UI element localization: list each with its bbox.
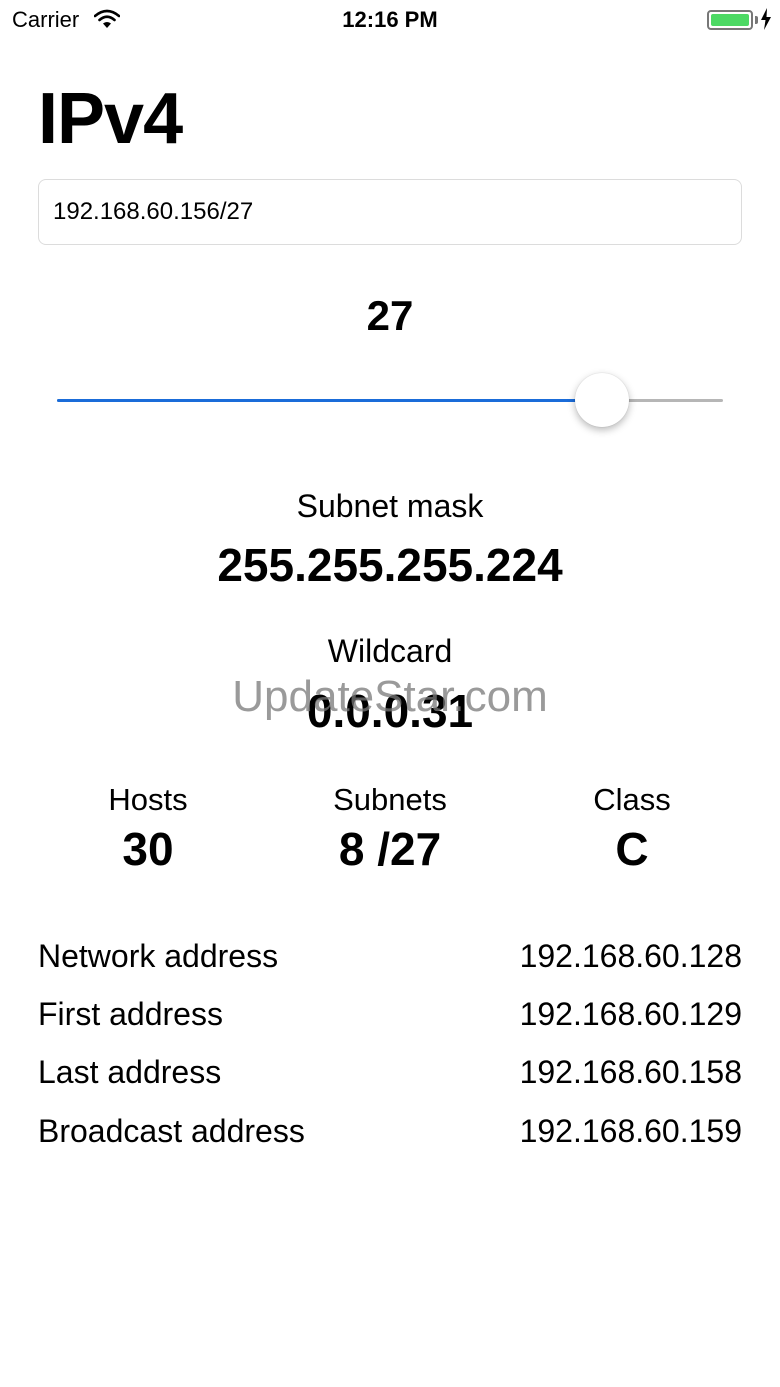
class-label: Class [593,782,671,817]
ip-address-input[interactable] [38,179,742,245]
subnets-value: 8 /27 [338,823,442,875]
subnets-label: Subnets [333,782,447,817]
watermark: UpdateStar.com [232,672,548,721]
last-address-value: 192.168.60.158 [519,1054,742,1090]
prefix-slider[interactable] [57,373,723,429]
broadcast-address-value: 192.168.60.159 [519,1113,742,1149]
slider-fill [57,399,603,402]
status-bar: Carrier 12:16 PM [0,0,780,40]
battery-icon [707,10,753,30]
first-address-label: First address [38,996,223,1032]
prefix-length-value: 27 [366,292,414,339]
class-value: C [615,823,649,875]
last-address-label: Last address [38,1054,222,1090]
subnets-stat: Subnets 8 /27 [270,782,510,876]
network-address-row: Network address 192.168.60.128 [38,938,742,996]
subnet-mask-label: Subnet mask [296,488,484,524]
page-title: IPv4 [38,79,183,159]
network-address-value: 192.168.60.128 [519,938,742,974]
broadcast-address-row: Broadcast address 192.168.60.159 [38,1113,742,1171]
class-stat: Class C [512,782,752,876]
slider-thumb[interactable] [575,373,630,427]
hosts-stat: Hosts 30 [28,782,268,876]
charging-icon [761,8,771,30]
subnet-mask-value: 255.255.255.224 [217,539,563,591]
battery-level [711,14,749,26]
network-address-label: Network address [38,938,279,974]
last-address-row: Last address 192.168.60.158 [38,1054,742,1112]
hosts-label: Hosts [108,782,188,817]
status-time: 12:16 PM [342,7,438,32]
hosts-value: 30 [122,823,174,875]
first-address-value: 192.168.60.129 [519,996,742,1032]
broadcast-address-label: Broadcast address [38,1113,305,1149]
first-address-row: First address 192.168.60.129 [38,996,742,1054]
wildcard-label: Wildcard [327,633,453,669]
battery-tip [755,16,758,24]
